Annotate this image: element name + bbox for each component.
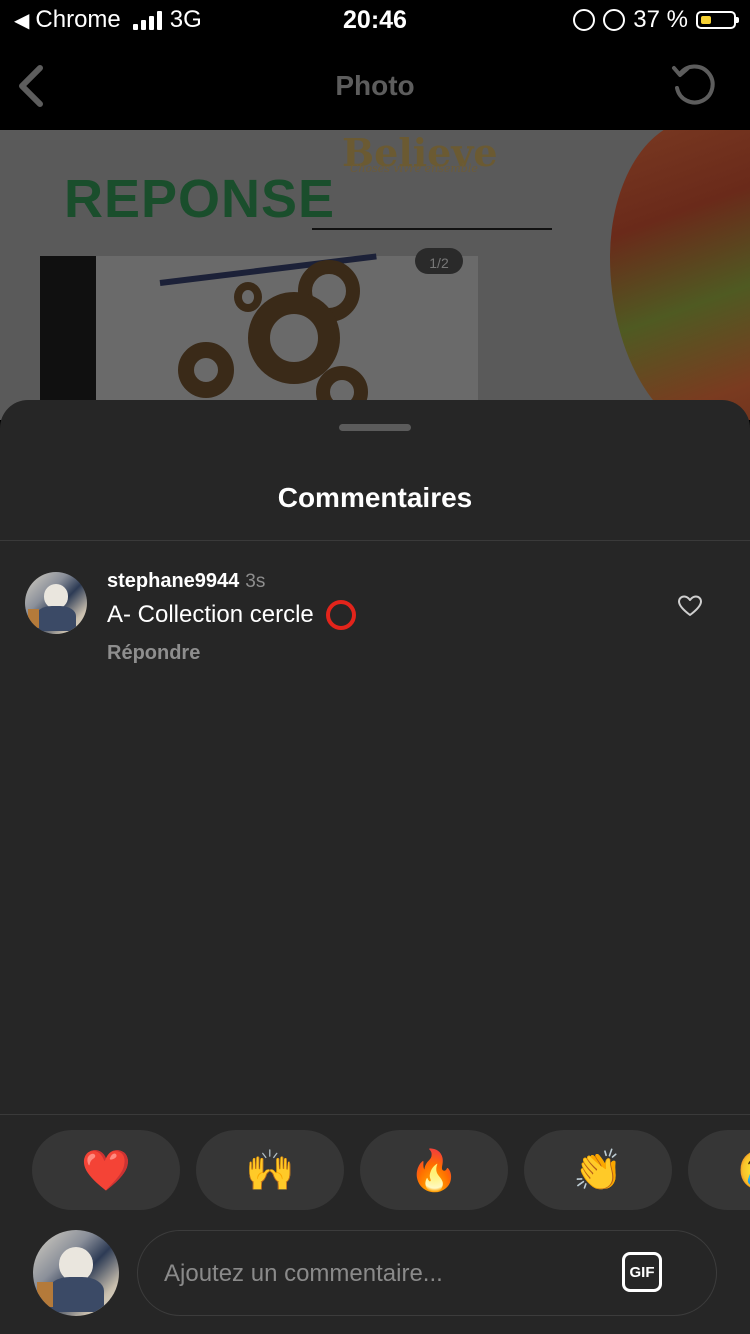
comment-username[interactable]: stephane9944	[107, 570, 239, 592]
page-title: Photo	[335, 70, 415, 101]
avatar[interactable]	[33, 1230, 119, 1316]
photo-underline	[312, 228, 552, 230]
comment-username-line: stephane9944 3s	[107, 570, 265, 593]
refresh-icon[interactable]	[670, 60, 718, 108]
ring-shape	[178, 342, 234, 398]
nav-bar: Photo	[0, 42, 750, 130]
divider	[0, 540, 750, 541]
sheet-grabber[interactable]	[339, 424, 411, 431]
post-photo[interactable]: Believe Choses vivre ensemble REPONSE 1/…	[0, 130, 750, 420]
reaction-heart-button[interactable]: ❤️	[32, 1130, 180, 1210]
gif-button[interactable]: GIF	[622, 1252, 662, 1292]
quick-reactions-row: ❤️ 🙌 🔥 👏 😢	[0, 1130, 750, 1210]
comment-item: stephane9944 3s A- Collection cercle Répo…	[0, 570, 750, 680]
red-circle-icon	[325, 600, 356, 630]
divider	[0, 1114, 750, 1115]
orientation-lock-icon	[573, 9, 596, 31]
reaction-raised-hands-button[interactable]: 🙌	[196, 1130, 344, 1210]
ring-shape	[234, 282, 262, 312]
comment-text: A- Collection cercle	[107, 601, 314, 628]
comment-input[interactable]	[162, 1231, 606, 1317]
photo-brand-tagline: Choses vivre ensemble	[350, 162, 478, 175]
photo-frame-edge	[40, 256, 96, 420]
avatar[interactable]	[25, 572, 87, 634]
comments-sheet: Commentaires stephane9944 3s A- Collectio…	[0, 400, 750, 1334]
comment-input-wrapper: GIF	[137, 1230, 717, 1317]
photo-heading: REPONSE	[64, 169, 336, 229]
comment-composer: GIF	[0, 1228, 750, 1320]
heart-icon[interactable]	[677, 594, 703, 618]
battery-icon	[696, 11, 739, 29]
comment-text-line: A- Collection cercle	[107, 600, 356, 630]
reaction-fire-button[interactable]: 🔥	[360, 1130, 508, 1210]
comment-time: 3s	[245, 571, 266, 592]
reaction-clap-button[interactable]: 👏	[524, 1130, 672, 1210]
sheet-title: Commentaires	[277, 482, 473, 513]
battery-percent: 37 %	[633, 6, 688, 33]
page-indicator-badge: 1/2	[415, 248, 463, 274]
leaf-image	[610, 130, 750, 420]
alarm-icon	[603, 9, 626, 31]
reaction-crying-button[interactable]: 😢	[688, 1130, 750, 1210]
reply-button[interactable]: Répondre	[107, 642, 200, 665]
status-right: 37 %	[573, 6, 739, 34]
status-bar: ◀ Chrome 3G 20:46 37 %	[0, 0, 750, 42]
